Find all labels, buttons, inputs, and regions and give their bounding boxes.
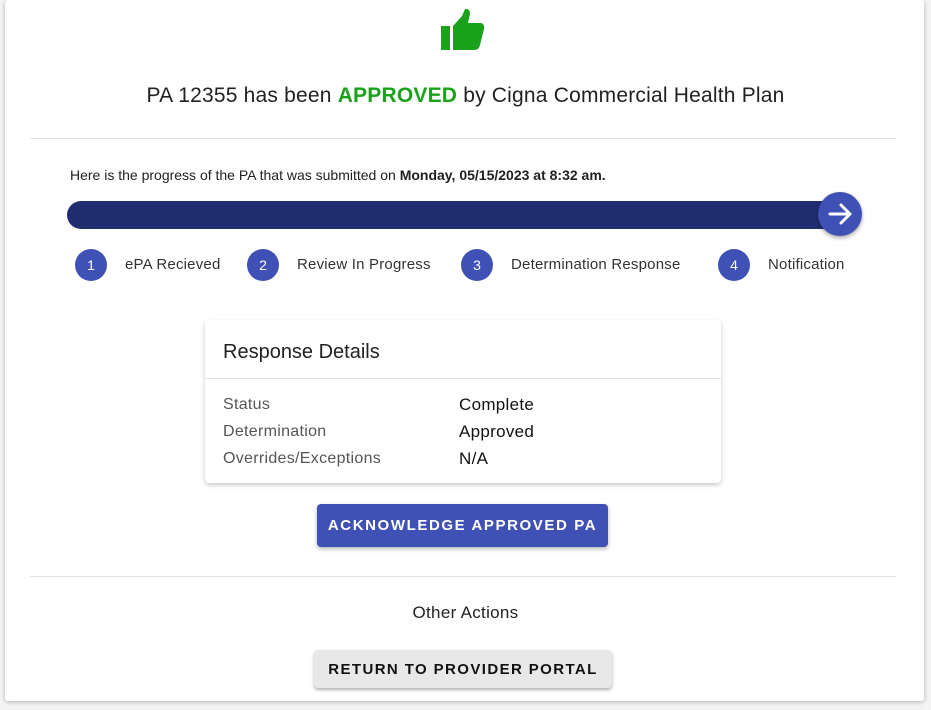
return-to-provider-portal-button[interactable]: RETURN TO PROVIDER PORTAL (314, 650, 612, 688)
progress-description: Here is the progress of the PA that was … (70, 167, 606, 183)
progress-next-button[interactable] (818, 192, 862, 236)
approved-status: APPROVED (337, 84, 458, 107)
determination-label: Determination (223, 423, 327, 440)
acknowledge-approved-pa-button[interactable]: ACKNOWLEDGE APPROVED PA (317, 504, 608, 547)
progress-bar (67, 201, 847, 229)
step-number-2: 2 (247, 249, 279, 281)
step-number-4: 4 (718, 249, 750, 281)
submitted-date: Monday, 05/15/2023 at 8:32 am. (399, 167, 606, 183)
header-divider (30, 138, 896, 139)
overrides-value: N/A (459, 449, 489, 468)
approval-headline: PA 12355 has been APPROVED by Cigna Comm… (0, 84, 931, 108)
step-label-determination-response: Determination Response (511, 256, 681, 273)
response-details-card: Response Details Status Complete Determi… (205, 320, 721, 483)
step-number-1: 1 (75, 249, 107, 281)
response-details-title: Response Details (223, 341, 380, 363)
progress-text-prefix: Here is the progress of the PA that was … (70, 167, 400, 183)
step-label-notification: Notification (768, 256, 845, 273)
determination-value: Approved (459, 422, 535, 441)
actions-divider (30, 576, 896, 577)
overrides-label: Overrides/Exceptions (223, 450, 382, 467)
step-label-epa-received: ePA Recieved (125, 256, 221, 273)
thumbs-up-icon (441, 8, 485, 50)
step-number-3: 3 (461, 249, 493, 281)
headline-suffix: by Cigna Commercial Health Plan (457, 84, 785, 107)
step-label-review-in-progress: Review In Progress (297, 256, 431, 273)
arrow-right-icon (828, 203, 852, 225)
other-actions-heading: Other Actions (412, 603, 519, 622)
status-label: Status (223, 396, 271, 413)
headline-prefix: PA 12355 has been (146, 84, 338, 107)
details-divider (205, 378, 721, 379)
status-value: Complete (459, 395, 535, 414)
